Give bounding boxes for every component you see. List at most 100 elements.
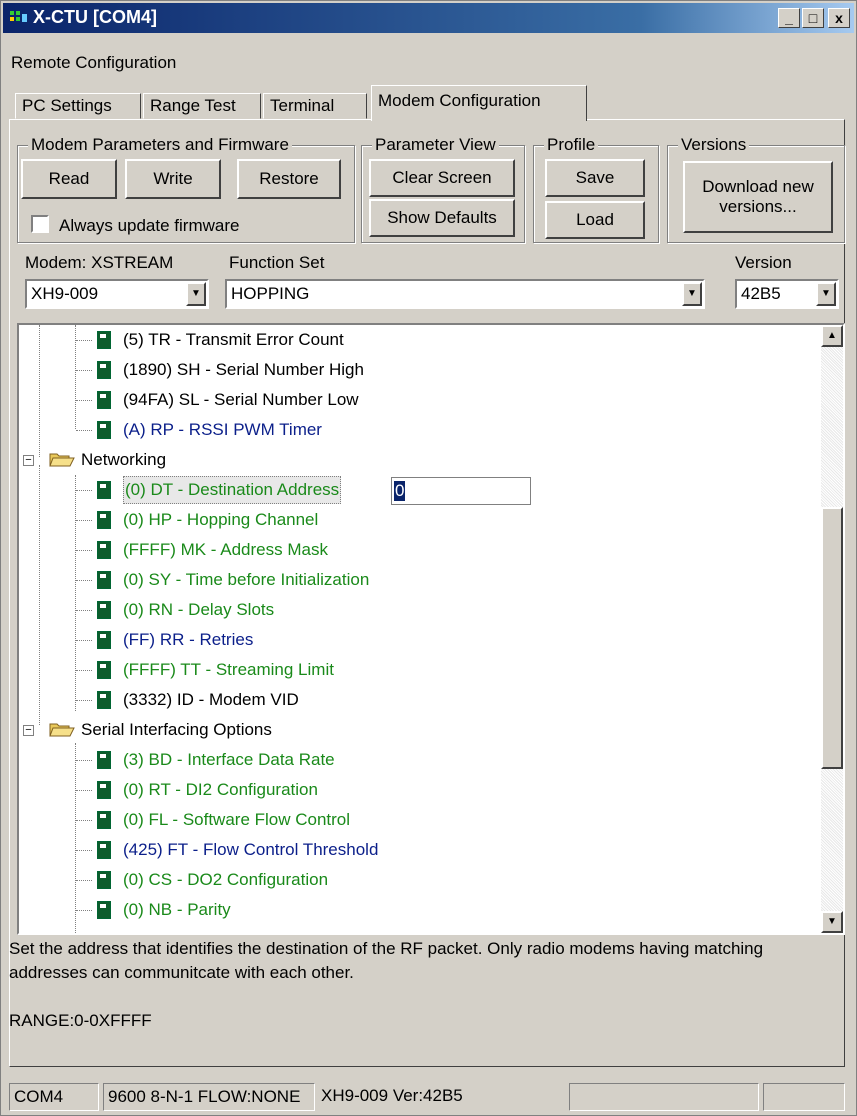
parameter-icon <box>97 871 111 889</box>
close-button[interactable]: x <box>828 8 850 28</box>
tree-line <box>75 743 76 933</box>
parameter-icon <box>97 361 111 379</box>
tree-item-label: (0) NB - Parity <box>123 900 231 919</box>
version-select[interactable]: 42B5 ▼ <box>735 279 839 309</box>
tab-modem-configuration[interactable]: Modem Configuration <box>371 85 587 121</box>
group-title: Versions <box>678 135 750 155</box>
parameter-icon <box>97 601 111 619</box>
version-label: Version <box>735 253 792 272</box>
restore-button[interactable]: Restore <box>237 159 341 199</box>
function-set-label: Function Set <box>229 253 325 272</box>
tree-line <box>76 790 92 791</box>
scroll-thumb[interactable] <box>821 507 843 769</box>
modem-label: Modem: XSTREAM <box>25 253 174 272</box>
tree-item-label: (0) FL - Software Flow Control <box>123 810 351 829</box>
save-profile-button[interactable]: Save <box>545 159 645 197</box>
tree-line <box>76 490 92 491</box>
status-settings: 9600 8-N-1 FLOW:NONE <box>103 1083 315 1111</box>
function-set-select[interactable]: HOPPING ▼ <box>225 279 705 309</box>
description-range: RANGE:0-0XFFFF <box>9 1011 152 1030</box>
parameter-icon <box>97 541 111 559</box>
tree-line <box>75 475 76 711</box>
collapse-icon[interactable]: − <box>23 455 34 466</box>
download-new-versions-button[interactable]: Download new versions... <box>683 161 833 233</box>
chevron-down-icon[interactable]: ▼ <box>186 282 206 306</box>
tree-item-label: (5) TR - Transmit Error Count <box>123 330 344 349</box>
parameter-icon <box>97 811 111 829</box>
tree-line <box>76 820 92 821</box>
tree-line <box>39 465 40 725</box>
parameter-icon <box>97 511 111 529</box>
tree-item-label: (0) RN - Delay Slots <box>123 600 275 619</box>
tree-item-label: (94FA) SL - Serial Number Low <box>123 390 359 409</box>
parameter-icon <box>97 481 111 499</box>
always-update-firmware-checkbox[interactable] <box>31 215 49 233</box>
collapse-icon[interactable]: − <box>23 725 34 736</box>
destination-address-edit[interactable]: 0 <box>391 477 531 505</box>
tree-item-label: (0) RT - DI2 Configuration <box>123 780 318 799</box>
load-profile-button[interactable]: Load <box>545 201 645 239</box>
chevron-down-icon[interactable]: ▼ <box>816 282 836 306</box>
parameter-tree[interactable]: (5) TR - Transmit Error Count (1890) SH -… <box>17 323 845 935</box>
tree-line <box>76 760 92 761</box>
tree-item-label: (FFFF) TT - Streaming Limit <box>123 660 334 679</box>
tree-item-label: (1890) SH - Serial Number High <box>123 360 364 379</box>
show-defaults-button[interactable]: Show Defaults <box>369 199 515 237</box>
description-text: Set the address that identifies the dest… <box>9 939 764 982</box>
parameter-icon <box>97 391 111 409</box>
tree-line <box>39 325 40 457</box>
parameter-icon <box>97 421 111 439</box>
xctu-app-icon <box>10 11 27 22</box>
tree-scrollbar[interactable]: ▲ ▼ <box>821 325 843 933</box>
group-title: Parameter View <box>372 135 499 155</box>
window-title: X-CTU [COM4] <box>33 7 157 27</box>
parameter-icon <box>97 691 111 709</box>
tree-item-label: (FFFF) MK - Address Mask <box>123 540 328 559</box>
minimize-button[interactable]: _ <box>778 8 800 28</box>
tree-line <box>76 880 92 881</box>
read-button[interactable]: Read <box>21 159 117 199</box>
tree-line <box>76 700 92 701</box>
parameter-icon <box>97 901 111 919</box>
tree-item-label: (0) HP - Hopping Channel <box>123 510 319 529</box>
tree-item-label: (3332) ID - Modem VID <box>123 690 299 709</box>
folder-open-icon <box>49 453 75 467</box>
always-update-firmware-label: Always update firmware <box>59 216 240 235</box>
status-empty-2 <box>763 1083 845 1111</box>
tree-line <box>76 670 92 671</box>
version-select-value: 42B5 <box>741 284 781 303</box>
tree-item-label: (0) CS - DO2 Configuration <box>123 870 329 889</box>
status-bar: COM4 9600 8-N-1 FLOW:NONE XH9-009 Ver:42… <box>9 1083 849 1111</box>
tab-range-test[interactable]: Range Test <box>143 93 261 119</box>
menu-remote-configuration[interactable]: Remote Configuration <box>11 53 176 73</box>
tree-line <box>76 580 92 581</box>
maximize-button[interactable]: □ <box>802 8 824 28</box>
tree-line <box>76 340 92 341</box>
tree-line <box>76 370 92 371</box>
scroll-up-icon[interactable]: ▲ <box>821 325 843 347</box>
tree-line <box>76 400 92 401</box>
parameter-icon <box>97 661 111 679</box>
chevron-down-icon[interactable]: ▼ <box>682 282 702 306</box>
modem-select[interactable]: XH9-009 ▼ <box>25 279 209 309</box>
tree-line <box>76 550 92 551</box>
scroll-down-icon[interactable]: ▼ <box>821 911 843 933</box>
parameter-icon <box>97 751 111 769</box>
parameter-icon <box>97 841 111 859</box>
status-empty-1 <box>569 1083 759 1111</box>
tree-item-label: (FF) RR - Retries <box>123 630 254 649</box>
tree-line <box>76 850 92 851</box>
group-title: Modem Parameters and Firmware <box>28 135 292 155</box>
tree-line <box>76 910 92 911</box>
tree-line <box>76 430 92 431</box>
parameter-icon <box>97 571 111 589</box>
parameter-description: Set the address that identifies the dest… <box>9 937 845 1067</box>
status-modem: XH9-009 Ver:42B5 <box>321 1086 463 1105</box>
tree-line <box>76 520 92 521</box>
clear-screen-button[interactable]: Clear Screen <box>369 159 515 197</box>
tab-pc-settings[interactable]: PC Settings <box>15 93 141 119</box>
title-bar[interactable]: X-CTU [COM4] _ □ x <box>3 3 854 33</box>
write-button[interactable]: Write <box>125 159 221 199</box>
edit-value: 0 <box>394 481 406 501</box>
tab-terminal[interactable]: Terminal <box>263 93 367 119</box>
